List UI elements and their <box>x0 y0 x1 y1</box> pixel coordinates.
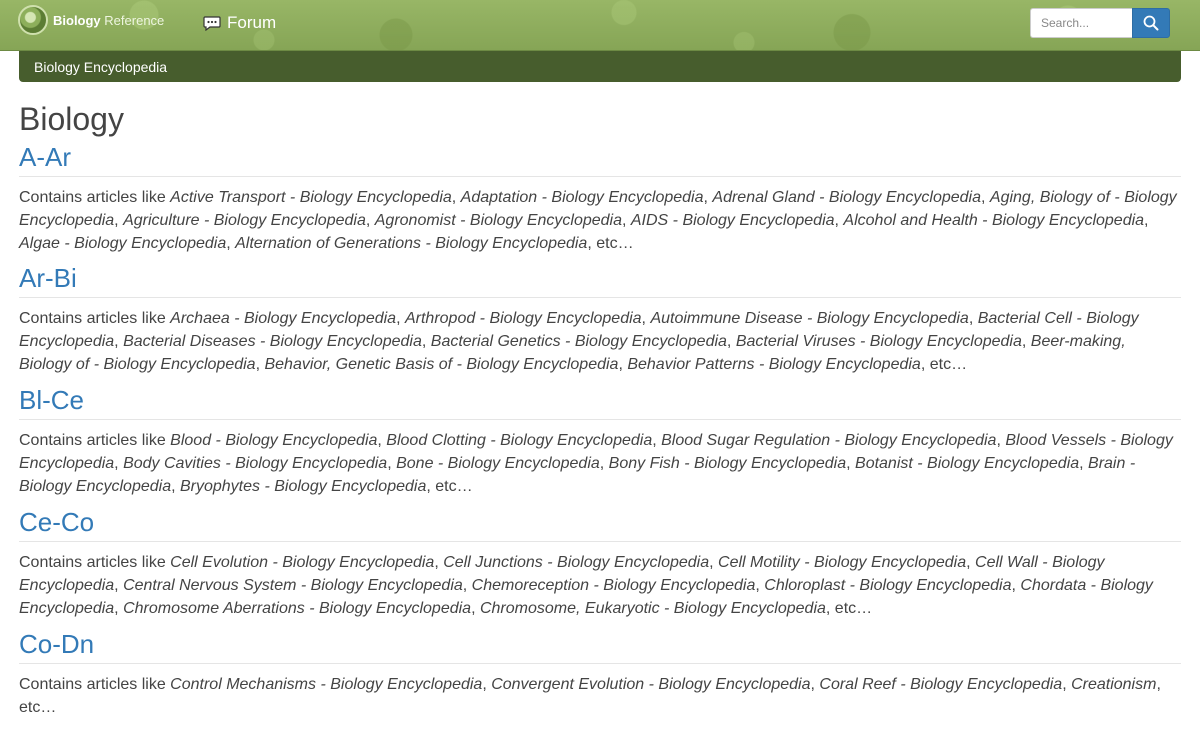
article-title: AIDS - Biology Encyclopedia <box>630 212 835 229</box>
article-title: Algae - Biology Encyclopedia <box>19 235 227 252</box>
article-title: Agronomist - Biology Encyclopedia <box>374 212 622 229</box>
brand-light: Reference <box>104 12 165 28</box>
search-button[interactable] <box>1132 8 1170 38</box>
search-input[interactable] <box>1030 8 1132 38</box>
brand-logo-link[interactable]: Biology Reference <box>18 4 164 36</box>
article-title: Behavior, Genetic Basis of - Biology Enc… <box>264 356 619 373</box>
section-co-dn: Co-Dn Contains articles like Control Mech… <box>19 629 1181 719</box>
section-summary: Contains articles like Control Mechanism… <box>19 676 1161 716</box>
article-title: Alternation of Generations - Biology Enc… <box>235 235 588 252</box>
brand-name: Biology Reference <box>53 13 164 28</box>
section-list: A-Ar Contains articles like Active Transp… <box>19 142 1181 719</box>
article-title: Blood Sugar Regulation - Biology Encyclo… <box>661 432 997 449</box>
article-title: Arthropod - Biology Encyclopedia <box>404 310 642 327</box>
article-title: Chromosome, Eukaryotic - Biology Encyclo… <box>479 600 826 617</box>
section-heading-link[interactable]: Ar-Bi <box>19 263 1181 298</box>
section-ce-co: Ce-Co Contains articles like Cell Evoluti… <box>19 507 1181 620</box>
article-title: Bacterial Genetics - Biology Encyclopedi… <box>430 333 727 350</box>
article-title: Convergent Evolution - Biology Encyclope… <box>491 676 811 693</box>
article-title: Bone - Biology Encyclopedia <box>396 455 600 472</box>
section-heading-link[interactable]: A-Ar <box>19 142 1181 177</box>
article-title: Autoimmune Disease - Biology Encyclopedi… <box>650 310 969 327</box>
page-title: Biology <box>19 101 124 137</box>
article-title: Agriculture - Biology Encyclopedia <box>123 212 366 229</box>
article-title: Bacterial Viruses - Biology Encyclopedia <box>735 333 1022 350</box>
article-title: Control Mechanisms - Biology Encyclopedi… <box>170 676 483 693</box>
article-title: Adrenal Gland - Biology Encyclopedia <box>712 189 981 206</box>
section-summary: Contains articles like Archaea - Biology… <box>19 310 1139 373</box>
section-ar-bi: Ar-Bi Contains articles like Archaea - Bi… <box>19 263 1181 376</box>
section-heading-link[interactable]: Ce-Co <box>19 507 1181 542</box>
section-bl-ce: Bl-Ce Contains articles like Blood - Biol… <box>19 385 1181 498</box>
breadcrumb: Biology Encyclopedia <box>19 51 1181 82</box>
article-title: Blood - Biology Encyclopedia <box>170 432 378 449</box>
article-title: Botanist - Biology Encyclopedia <box>855 455 1080 472</box>
main-content: Biology A-Ar Contains articles like Activ… <box>19 82 1181 719</box>
chat-bubble-icon <box>203 15 221 31</box>
search-form <box>1030 8 1170 38</box>
article-title: Coral Reef - Biology Encyclopedia <box>819 676 1063 693</box>
forum-link[interactable]: Forum <box>203 13 276 33</box>
article-title: Chemoreception - Biology Encyclopedia <box>471 577 756 594</box>
article-title: Creationism <box>1071 676 1157 693</box>
article-title: Central Nervous System - Biology Encyclo… <box>123 577 463 594</box>
article-title: Cell Evolution - Biology Encyclopedia <box>170 554 435 571</box>
article-title: Active Transport - Biology Encyclopedia <box>170 189 452 206</box>
article-title: Behavior Patterns - Biology Encyclopedia <box>627 356 921 373</box>
article-title: Bryophytes - Biology Encyclopedia <box>179 478 427 495</box>
forum-label: Forum <box>227 13 277 32</box>
article-title: Archaea - Biology Encyclopedia <box>170 310 397 327</box>
breadcrumb-link[interactable]: Biology Encyclopedia <box>34 59 167 75</box>
section-summary: Contains articles like Active Transport … <box>19 189 1177 252</box>
article-title: Bony Fish - Biology Encyclopedia <box>608 455 847 472</box>
section-summary: Contains articles like Blood - Biology E… <box>19 432 1173 495</box>
top-navbar: Biology Reference Forum <box>0 0 1200 51</box>
section-a-ar: A-Ar Contains articles like Active Transp… <box>19 142 1181 255</box>
article-title: Cell Junctions - Biology Encyclopedia <box>443 554 710 571</box>
article-title: Cell Motility - Biology Encyclopedia <box>718 554 967 571</box>
section-heading-link[interactable]: Co-Dn <box>19 629 1181 664</box>
article-title: Bacterial Diseases - Biology Encyclopedi… <box>123 333 422 350</box>
article-title: Alcohol and Health - Biology Encyclopedi… <box>843 212 1145 229</box>
article-title: Chromosome Aberrations - Biology Encyclo… <box>123 600 472 617</box>
article-title: Blood Clotting - Biology Encyclopedia <box>386 432 653 449</box>
article-title: Adaptation - Biology Encyclopedia <box>460 189 704 206</box>
cell-logo-icon <box>18 5 48 35</box>
article-title: Chloroplast - Biology Encyclopedia <box>764 577 1012 594</box>
section-heading-link[interactable]: Bl-Ce <box>19 385 1181 420</box>
search-icon <box>1143 15 1159 31</box>
brand-bold: Biology <box>53 12 101 28</box>
article-title: Body Cavities - Biology Encyclopedia <box>123 455 388 472</box>
section-summary: Contains articles like Cell Evolution - … <box>19 554 1153 617</box>
